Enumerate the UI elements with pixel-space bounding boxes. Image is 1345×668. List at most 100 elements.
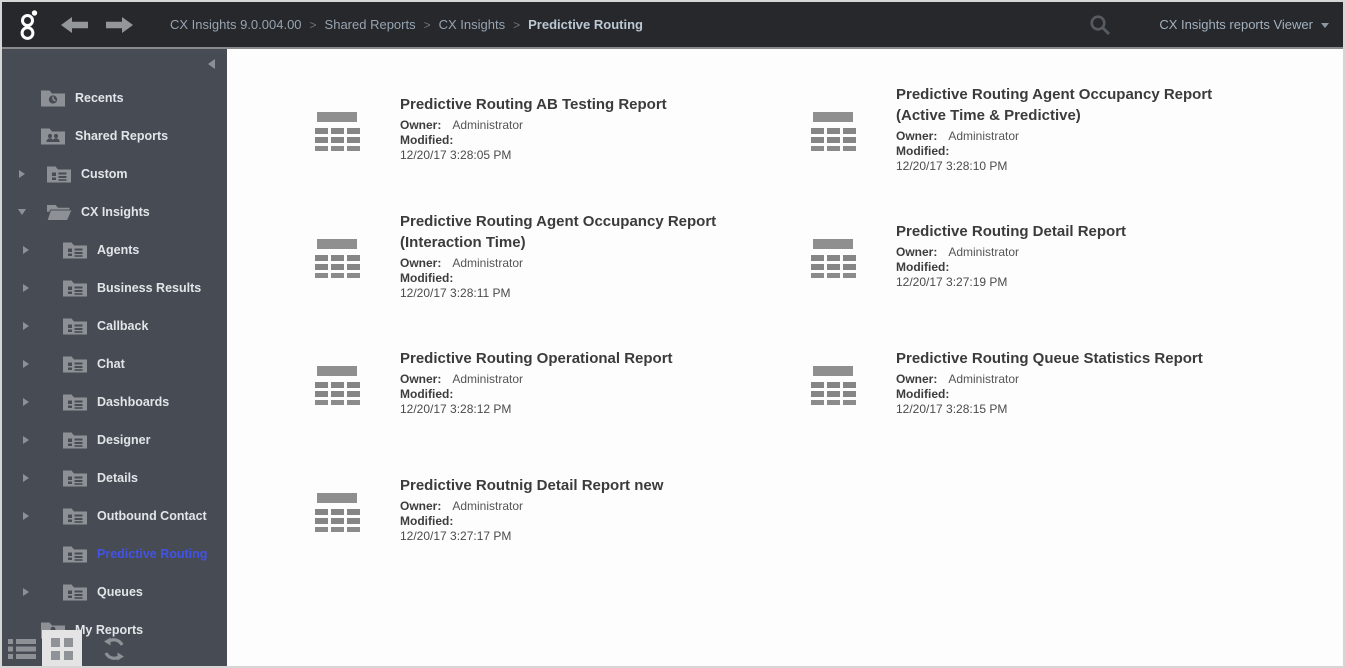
owner-label: Owner: bbox=[896, 372, 938, 386]
breadcrumb-cx-insights[interactable]: CX Insights bbox=[439, 17, 505, 32]
report-grid: Predictive Routing AB Testing Report Own… bbox=[227, 49, 1343, 573]
report-title[interactable]: Predictive Routing Detail Report bbox=[896, 221, 1258, 242]
sidebar-item-callback[interactable]: Callback bbox=[2, 307, 227, 345]
modified-label: Modified: bbox=[400, 514, 454, 528]
user-role-menu[interactable]: CX Insights reports Viewer bbox=[1159, 17, 1329, 32]
user-role-label: CX Insights reports Viewer bbox=[1159, 17, 1313, 32]
sidebar-item-label: CX Insights bbox=[81, 205, 150, 219]
sidebar-item-business-results[interactable]: Business Results bbox=[2, 269, 227, 307]
report-folder-icon bbox=[62, 278, 88, 298]
owner-label: Owner: bbox=[400, 118, 442, 132]
forward-button[interactable] bbox=[105, 14, 135, 36]
modified-label: Modified: bbox=[400, 270, 454, 285]
sidebar-item-label: Agents bbox=[97, 243, 140, 257]
grid-view-button[interactable] bbox=[42, 630, 82, 666]
report-modified-row: Modified: bbox=[400, 271, 762, 286]
report-card[interactable]: Predictive Routing Operational Report Ow… bbox=[314, 319, 810, 446]
sidebar-collapse-icon[interactable] bbox=[208, 59, 215, 69]
report-owner-row: Owner: Administrator bbox=[896, 245, 1258, 260]
sidebar-item-cx-insights[interactable]: CX Insights bbox=[2, 193, 227, 231]
modified-label: Modified: bbox=[896, 260, 950, 274]
expand-arrow-icon[interactable] bbox=[16, 170, 28, 178]
report-info: Predictive Routing Detail Report Owner: A… bbox=[896, 221, 1258, 290]
owner-value: Administrator bbox=[452, 118, 524, 132]
search-icon bbox=[1090, 14, 1111, 35]
expand-arrow-icon[interactable] bbox=[20, 474, 32, 482]
sidebar-item-designer[interactable]: Designer bbox=[2, 421, 227, 459]
genesys-logo-icon bbox=[2, 9, 54, 40]
sidebar-item-shared-reports[interactable]: Shared Reports bbox=[2, 117, 227, 155]
expand-arrow-icon[interactable] bbox=[20, 436, 32, 444]
report-table-icon bbox=[811, 365, 856, 405]
sidebar-item-predictive-routing[interactable]: Predictive Routing bbox=[2, 535, 227, 573]
report-modified-row: Modified: bbox=[400, 514, 762, 529]
report-info: Predictive Routing AB Testing Report Own… bbox=[400, 94, 762, 163]
expand-arrow-icon[interactable] bbox=[20, 398, 32, 406]
report-modified-date: 12/20/17 3:28:11 PM bbox=[400, 285, 511, 300]
sidebar-item-recents[interactable]: Recents bbox=[2, 79, 227, 117]
owner-label: Owner: bbox=[400, 499, 442, 513]
expand-arrow-icon[interactable] bbox=[20, 512, 32, 520]
expand-arrow-icon[interactable] bbox=[20, 322, 32, 330]
breadcrumb-cx-insights-9-0-004-00[interactable]: CX Insights 9.0.004.00 bbox=[170, 17, 302, 32]
report-card[interactable]: Predictive Routing Detail Report Owner: A… bbox=[810, 192, 1300, 319]
expand-arrow-icon[interactable] bbox=[20, 588, 32, 596]
report-modified-row: Modified: bbox=[896, 387, 1258, 402]
breadcrumb-separator: > bbox=[423, 17, 431, 32]
refresh-button[interactable] bbox=[94, 630, 134, 666]
list-view-button[interactable] bbox=[2, 630, 42, 666]
collapse-arrow-icon[interactable] bbox=[16, 209, 28, 215]
expand-arrow-icon[interactable] bbox=[20, 284, 32, 292]
search-button[interactable] bbox=[1089, 14, 1111, 36]
report-table-icon bbox=[315, 111, 360, 151]
back-button[interactable] bbox=[61, 14, 91, 36]
owner-value: Administrator bbox=[948, 372, 1020, 386]
report-folder-icon bbox=[62, 240, 88, 260]
sidebar: Recents Shared Reports Custom CX Insights Ag… bbox=[2, 49, 227, 666]
report-info: Predictive Routing Queue Statistics Repo… bbox=[896, 348, 1258, 417]
owner-label: Owner: bbox=[896, 128, 938, 143]
report-owner-row: Owner: Administrator bbox=[896, 129, 1258, 144]
report-modified-date: 12/20/17 3:28:12 PM bbox=[400, 402, 512, 416]
report-modified-row: Modified: bbox=[400, 133, 762, 148]
report-title[interactable]: Predictive Routing Operational Report bbox=[400, 348, 762, 369]
sidebar-item-label: Designer bbox=[97, 433, 151, 447]
owner-label: Owner: bbox=[400, 372, 442, 386]
report-folder-icon bbox=[62, 544, 88, 564]
owner-value: Administrator bbox=[452, 372, 524, 386]
sidebar-item-details[interactable]: Details bbox=[2, 459, 227, 497]
report-card[interactable]: Predictive Routnig Detail Report new Own… bbox=[314, 446, 810, 573]
breadcrumb-shared-reports[interactable]: Shared Reports bbox=[325, 17, 416, 32]
top-navigation-bar: CX Insights 9.0.004.00 > Shared Reports > CX… bbox=[2, 2, 1343, 49]
report-title[interactable]: Predictive Routing Queue Statistics Repo… bbox=[896, 348, 1258, 369]
expand-arrow-icon[interactable] bbox=[20, 246, 32, 254]
report-card[interactable]: Predictive Routing Agent Occupancy Repor… bbox=[810, 65, 1300, 192]
report-title[interactable]: Predictive Routing Agent Occupancy Repor… bbox=[400, 211, 762, 253]
report-table-icon bbox=[811, 111, 856, 151]
report-info: Predictive Routnig Detail Report new Own… bbox=[400, 475, 762, 544]
breadcrumb-separator: > bbox=[309, 17, 317, 32]
report-modified-date: 12/20/17 3:27:19 PM bbox=[896, 275, 1008, 289]
expand-arrow-icon[interactable] bbox=[20, 360, 32, 368]
report-modified-date: 12/20/17 3:28:05 PM bbox=[400, 148, 512, 162]
report-title[interactable]: Predictive Routing Agent Occupancy Repor… bbox=[896, 84, 1258, 126]
report-title[interactable]: Predictive Routing AB Testing Report bbox=[400, 94, 762, 115]
report-title[interactable]: Predictive Routnig Detail Report new bbox=[400, 475, 762, 496]
sidebar-item-dashboards[interactable]: Dashboards bbox=[2, 383, 227, 421]
report-folder-icon bbox=[62, 354, 88, 374]
sidebar-item-queues[interactable]: Queues bbox=[2, 573, 227, 611]
report-owner-row: Owner: Administrator bbox=[400, 499, 762, 514]
sidebar-item-agents[interactable]: Agents bbox=[2, 231, 227, 269]
report-card[interactable]: Predictive Routing AB Testing Report Own… bbox=[314, 65, 810, 192]
report-card[interactable]: Predictive Routing Agent Occupancy Repor… bbox=[314, 192, 810, 319]
sidebar-item-label: Custom bbox=[81, 167, 128, 181]
report-card[interactable]: Predictive Routing Queue Statistics Repo… bbox=[810, 319, 1300, 446]
sidebar-item-label: Dashboards bbox=[97, 395, 170, 409]
report-folder-icon bbox=[62, 430, 88, 450]
sidebar-item-custom[interactable]: Custom bbox=[2, 155, 227, 193]
sidebar-item-label: Business Results bbox=[97, 281, 202, 295]
sidebar-item-chat[interactable]: Chat bbox=[2, 345, 227, 383]
report-modified-date: 12/20/17 3:27:17 PM bbox=[400, 529, 512, 543]
report-modified-row: Modified: bbox=[896, 260, 1258, 275]
sidebar-item-outbound-contact[interactable]: Outbound Contact bbox=[2, 497, 227, 535]
